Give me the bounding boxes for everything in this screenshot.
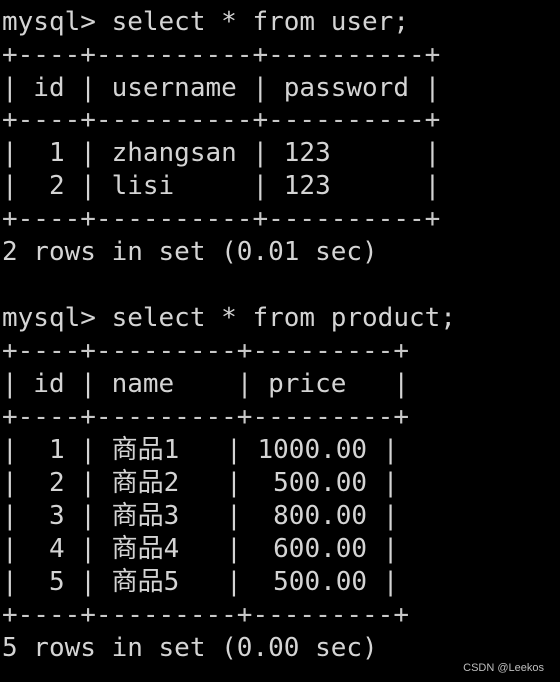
table-row: | 1 | 商品1 | 1000.00 | — [2, 435, 399, 465]
table-border-header-bottom: +----+---------+---------+ — [2, 402, 409, 432]
table-row: | 2 | 商品2 | 500.00 | — [2, 468, 399, 498]
table-row: | 1 | zhangsan | 123 | — [2, 138, 441, 168]
table-row: | 3 | 商品3 | 800.00 | — [2, 501, 399, 531]
table-border-header-bottom: +----+----------+----------+ — [2, 105, 441, 135]
table-header-row: | id | username | password | — [2, 73, 441, 103]
result-summary: 5 rows in set (0.00 sec) — [2, 633, 378, 663]
table-row: | 4 | 商品4 | 600.00 | — [2, 534, 399, 564]
result-summary: 2 rows in set (0.01 sec) — [2, 237, 378, 267]
table-border-top: +----+----------+----------+ — [2, 40, 441, 70]
table-border-bottom: +----+---------+---------+ — [2, 600, 409, 630]
watermark: CSDN @Leekos — [463, 662, 544, 674]
table-border-bottom: +----+----------+----------+ — [2, 204, 441, 234]
table-row: | 5 | 商品5 | 500.00 | — [2, 567, 399, 597]
terminal-window[interactable]: mysql> select * from user; +----+-------… — [0, 0, 560, 682]
table-border-top: +----+---------+---------+ — [2, 336, 409, 366]
prompt-line-product-query: mysql> select * from product; — [2, 303, 456, 333]
prompt-line-user-query: mysql> select * from user; — [2, 7, 409, 37]
table-header-row: | id | name | price | — [2, 369, 409, 399]
table-row: | 2 | lisi | 123 | — [2, 171, 441, 201]
